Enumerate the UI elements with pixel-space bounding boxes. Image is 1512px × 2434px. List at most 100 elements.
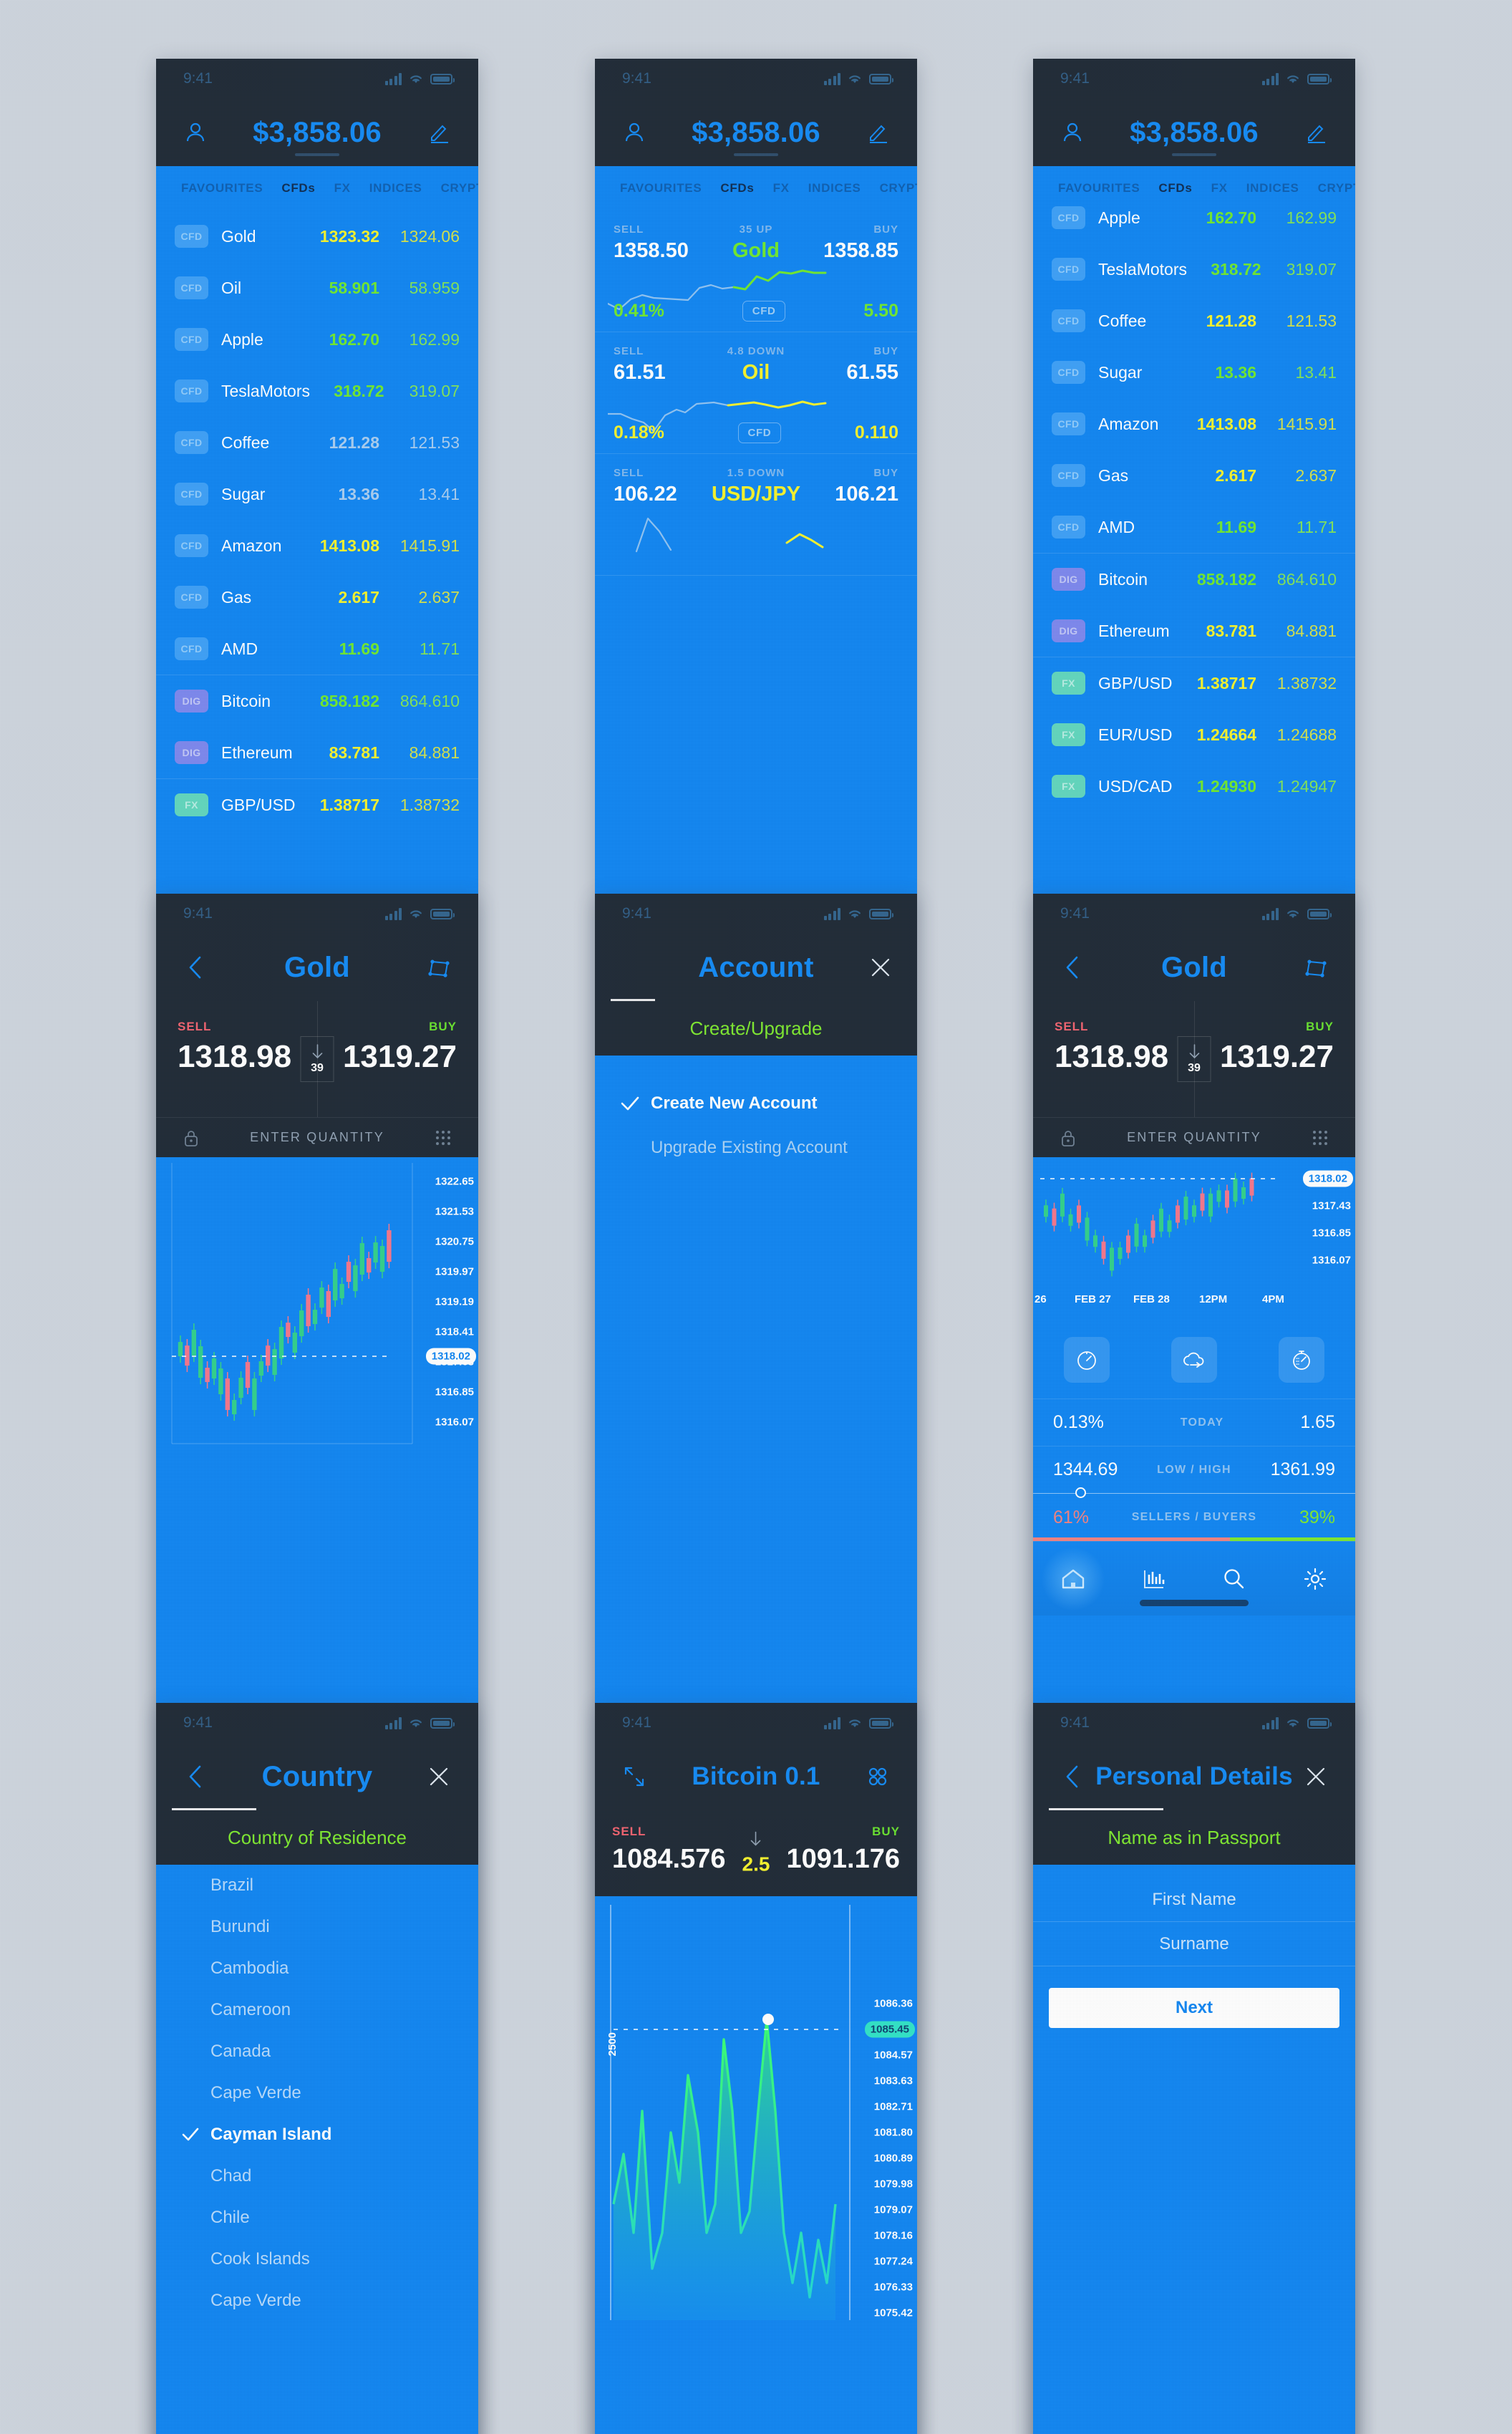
table-row[interactable]: FX EUR/USD 1.24664 1.24688 [1033,709,1355,760]
tab-indices[interactable]: INDICES [799,181,871,195]
buy-side[interactable]: BUY 1319.27 [1194,1001,1355,1117]
quote-card[interactable]: SELL 61.51 4.8 DOWN Oil BUY 61.55 0.18% CFD 0.11… [595,332,917,454]
option-create-new-account[interactable]: Create New Account [595,1081,917,1126]
tab-favourites[interactable]: FAVOURITES [172,181,272,195]
table-row[interactable]: DIG Ethereum 83.781 84.881 [1033,605,1355,657]
table-row[interactable]: CFD Apple 162.70 162.99 [156,314,478,365]
shape-tool-icon[interactable] [424,952,454,982]
sell-side[interactable]: SELL 1318.98 [1033,1001,1194,1117]
table-row[interactable]: FX USD/CAD 1.24930 1.24947 [1033,760,1355,812]
list-item[interactable]: Chile [156,2197,478,2239]
edit-icon[interactable] [863,117,893,148]
table-row[interactable]: CFD Oil 58.901 58.959 [156,262,478,314]
list-item[interactable]: Cayman Island [156,2114,478,2155]
close-icon[interactable] [866,952,896,982]
tab-indices[interactable]: INDICES [360,181,432,195]
tab-fx[interactable]: FX [764,181,799,195]
tab-cfds[interactable]: CFDs [272,181,324,195]
tab-favourites[interactable]: FAVOURITES [611,181,711,195]
table-row[interactable]: DIG Bitcoin 858.182 864.610 [1033,554,1355,605]
stopwatch-icon[interactable] [1279,1336,1324,1383]
tab-home[interactable] [1040,1545,1107,1612]
balance-amount[interactable]: $3,858.06 [253,117,382,149]
list-item[interactable]: Burundi [156,1906,478,1948]
cloud-sync-icon[interactable] [1171,1336,1217,1383]
table-row[interactable]: CFD Sugar 13.36 13.41 [156,468,478,520]
list-item[interactable]: Brazil [156,1865,478,1906]
sell-side[interactable]: SELL 1318.98 [156,1001,317,1117]
tab-cryptos[interactable]: CRYPTOS [871,181,917,195]
table-row[interactable]: CFD TeslaMotors 318.72 319.07 [156,365,478,417]
table-row[interactable]: CFD AMD 11.69 11.71 [156,623,478,675]
arrow-down-icon [751,1831,761,1846]
tab-settings[interactable] [1292,1560,1339,1598]
surname-field[interactable]: Surname [1033,1922,1355,1966]
table-row[interactable]: DIG Bitcoin 858.182 864.610 [156,675,478,727]
grid-icon[interactable] [863,1762,893,1792]
timer-icon[interactable] [1064,1336,1110,1383]
table-row[interactable]: FX GBP/USD 1.38717 1.38732 [156,779,478,831]
table-row[interactable]: CFD AMD 11.69 11.71 [1033,501,1355,553]
back-icon[interactable] [180,1762,210,1792]
buy-side[interactable]: BUY 1319.27 [317,1001,478,1117]
table-row[interactable]: CFD Amazon 1413.08 1415.91 [156,520,478,571]
sell-side[interactable]: SELL 1084.576 [595,1810,756,1896]
table-row[interactable]: CFD Coffee 121.28 121.53 [156,417,478,468]
quote-card[interactable]: SELL 106.22 1.5 DOWN USD/JPY BUY 106.21 [595,454,917,576]
tab-fx[interactable]: FX [325,181,360,195]
area-chart[interactable]: 2500 1085.45 1086.36 1084.57 1083.63 1082.71… [595,1896,917,2434]
first-name-field[interactable]: First Name [1033,1878,1355,1922]
list-item[interactable]: Cape Verde [156,2280,478,2322]
balance-amount[interactable]: $3,858.06 [1130,117,1259,149]
option-upgrade-existing-account[interactable]: Upgrade Existing Account [595,1126,917,1170]
back-icon[interactable] [180,952,210,982]
table-row[interactable]: CFD Sugar 13.36 13.41 [1033,347,1355,398]
table-row[interactable]: CFD Gas 2.617 2.637 [1033,450,1355,501]
profile-icon[interactable] [180,117,210,148]
keypad-icon[interactable] [1305,1123,1335,1153]
list-item[interactable]: Chad [156,2155,478,2197]
close-icon[interactable] [424,1762,454,1792]
table-row[interactable]: CFD Gold 1323.32 1324.06 [156,211,478,262]
list-item[interactable]: Cameroon [156,1989,478,2031]
profile-icon[interactable] [1057,117,1087,148]
quantity-bar[interactable]: ENTER QUANTITY [156,1117,478,1157]
table-row[interactable]: FX GBP/USD 1.38717 1.38732 [1033,657,1355,709]
edit-icon[interactable] [1301,117,1331,148]
page-title: Bitcoin 0.1 [692,1762,820,1790]
tab-search[interactable] [1211,1560,1258,1598]
list-item[interactable]: Cape Verde [156,2072,478,2114]
candlestick-chart-mini[interactable]: 1318.02 1317.43 1316.85 1316.07 [1033,1157,1355,1288]
country-label: Cambodia [210,1959,289,1978]
profile-icon[interactable] [619,117,649,148]
back-icon[interactable] [1057,952,1087,982]
lock-icon[interactable] [176,1123,206,1153]
back-icon[interactable] [1057,1762,1087,1792]
tab-cfds[interactable]: CFDs [711,181,763,195]
top-nav: Country [156,1743,478,1810]
table-row[interactable]: CFD Coffee 121.28 121.53 [1033,295,1355,347]
tab-charts[interactable] [1130,1560,1178,1598]
next-button[interactable]: Next [1049,1988,1339,2028]
expand-icon[interactable] [619,1762,649,1792]
quantity-bar[interactable]: ENTER QUANTITY [1033,1117,1355,1157]
edit-icon[interactable] [424,117,454,148]
table-row[interactable]: DIG Ethereum 83.781 84.881 [156,727,478,778]
close-icon[interactable] [1301,1762,1331,1792]
list-item[interactable]: Cambodia [156,1948,478,1989]
shape-tool-icon[interactable] [1301,952,1331,982]
lock-icon[interactable] [1053,1123,1083,1153]
tab-cryptos[interactable]: CRYPTOS [432,181,478,195]
table-row[interactable]: CFD Gas 2.617 2.637 [156,571,478,623]
list-item[interactable]: Cook Islands [156,2239,478,2280]
list-item[interactable]: Canada [156,2031,478,2072]
balance-amount[interactable]: $3,858.06 [692,117,820,149]
quote-card[interactable]: SELL 1358.50 35 UP Gold BUY 1358.85 0.41% CFD 5.… [595,211,917,332]
buy-side[interactable]: BUY 1091.176 [756,1810,917,1896]
table-row[interactable]: CFD Amazon 1413.08 1415.91 [1033,398,1355,450]
table-row[interactable]: CFD TeslaMotors 318.72 319.07 [1033,243,1355,295]
ask-price: 121.53 [409,433,460,452]
country-list[interactable]: Brazil Burundi Cambodia Cameroon Canada Cape … [156,1865,478,2434]
keypad-icon[interactable] [428,1123,458,1153]
table-row[interactable]: CFD Apple 162.70 162.99 [1033,192,1355,243]
